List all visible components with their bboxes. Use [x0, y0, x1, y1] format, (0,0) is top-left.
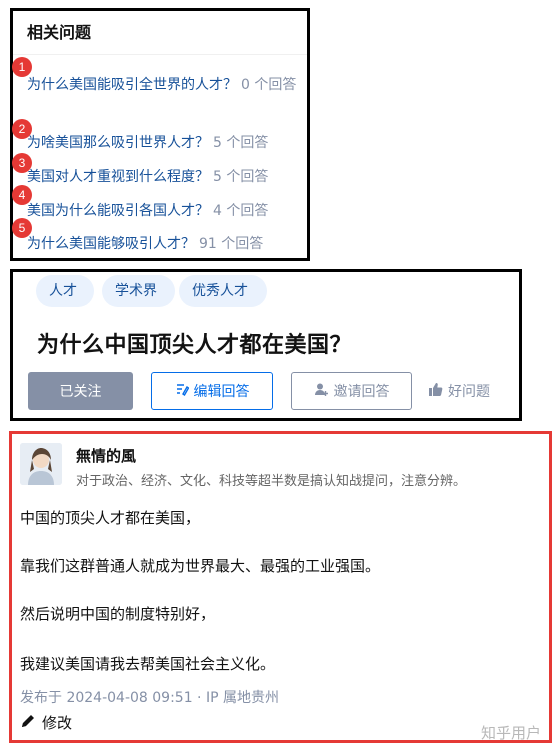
followed-button[interactable]: 已关注 — [28, 372, 133, 410]
related-question-item[interactable]: 为啥美国那么吸引世界人才？ 5 个回答 — [27, 132, 309, 154]
related-question-link[interactable]: 为啥美国那么吸引世界人才？ — [27, 135, 209, 151]
question-header-panel: 人才 学术界 优秀人才 为什么中国顶尖人才都在美国？ 已关注 编辑回答 邀请回答… — [10, 269, 522, 421]
related-question-link[interactable]: 美国对人才重视到什么程度？ — [27, 169, 209, 185]
answer-card: 無情的風 对于政治、经济、文化、科技等超半数是搞认知战提问，注意分辨。 中国的顶… — [9, 431, 552, 743]
answer-paragraph: 中国的顶尖人才都在美国， — [20, 509, 201, 527]
avatar[interactable] — [20, 443, 62, 485]
watermark: 知乎用户 — [480, 724, 541, 742]
modify-label: 修改 — [42, 714, 73, 732]
answer-paragraph: 我建议美国请我去帮美国社会主义化。 — [20, 655, 276, 673]
answer-count: 0 个回答 — [241, 77, 297, 93]
answer-count: 4 个回答 — [213, 203, 269, 219]
answer-paragraph: 然后说明中国的制度特别好， — [20, 605, 216, 623]
related-question-item[interactable]: 为什么美国能吸引全世界的人才？ 0 个回答 — [27, 74, 309, 96]
edit-icon — [175, 382, 194, 400]
invite-user-icon — [314, 382, 334, 401]
thumbs-up-icon — [428, 382, 448, 401]
answer-count: 5 个回答 — [213, 135, 269, 151]
invite-answer-label: 邀请回答 — [333, 384, 390, 400]
edit-answer-button[interactable]: 编辑回答 — [151, 372, 273, 410]
question-title: 为什么中国顶尖人才都在美国？ — [37, 333, 353, 358]
invite-answer-button[interactable]: 邀请回答 — [291, 372, 412, 410]
good-question-button[interactable]: 好问题 — [428, 372, 508, 410]
related-questions-panel: 相关问题 1 为什么美国能吸引全世界的人才？ 0 个回答 2 为啥美国那么吸引世界… — [10, 8, 310, 261]
modify-button[interactable]: 修改 — [20, 712, 72, 733]
related-question-item[interactable]: 美国对人才重视到什么程度？ 5 个回答 — [27, 166, 309, 188]
edit-answer-label: 编辑回答 — [193, 384, 250, 400]
related-question-item[interactable]: 为什么美国能够吸引人才？ 91 个回答 — [27, 233, 309, 255]
related-question-link[interactable]: 为什么美国能够吸引人才？ — [27, 236, 195, 252]
related-question-link[interactable]: 美国为什么能吸引各国人才？ — [27, 203, 209, 219]
answer-count: 5 个回答 — [213, 169, 269, 185]
answer-count: 91 个回答 — [199, 236, 264, 252]
divider — [13, 54, 307, 55]
publish-meta[interactable]: 发布于 2024-04-08 09:51 · IP 属地贵州 — [20, 687, 279, 707]
related-questions-title: 相关问题 — [27, 23, 92, 42]
answer-paragraph: 靠我们这群普通人就成为世界最大、最强的工业强国。 — [20, 557, 381, 575]
topic-tag[interactable]: 学术界 — [102, 275, 175, 307]
author-name[interactable]: 無情的風 — [76, 445, 136, 466]
related-question-item[interactable]: 美国为什么能吸引各国人才？ 4 个回答 — [27, 200, 309, 222]
related-question-link[interactable]: 为什么美国能吸引全世界的人才？ — [27, 77, 237, 93]
good-question-label: 好问题 — [448, 384, 490, 400]
followed-label: 已关注 — [59, 384, 102, 400]
pencil-icon — [20, 713, 42, 733]
topic-tag[interactable]: 人才 — [36, 275, 94, 307]
author-bio: 对于政治、经济、文化、科技等超半数是搞认知战提问，注意分辨。 — [76, 474, 467, 489]
topic-tag[interactable]: 优秀人才 — [179, 275, 267, 307]
